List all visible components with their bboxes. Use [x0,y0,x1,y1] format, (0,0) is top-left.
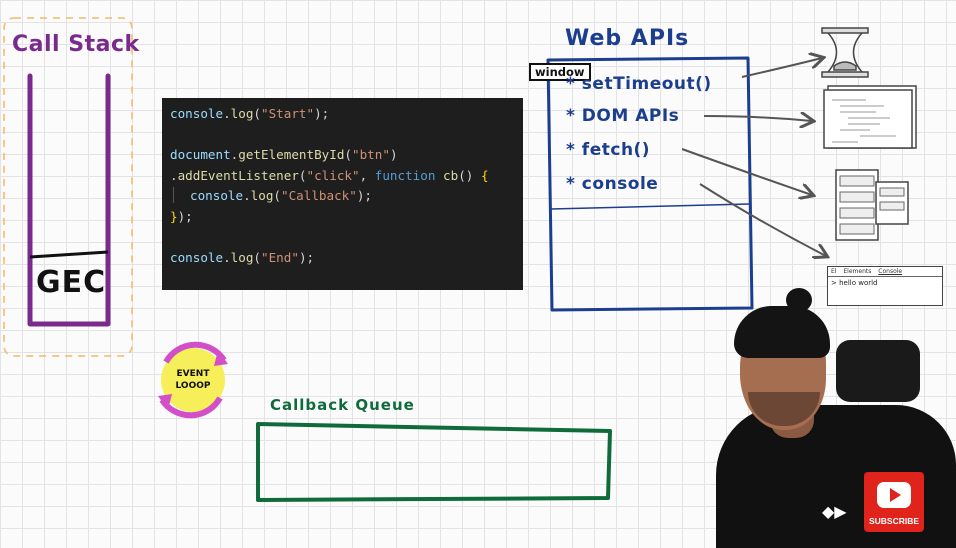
code-token: { [480,167,489,183]
code-token: "Start" [261,106,315,121]
gec-frame-label: GEC [36,265,107,300]
code-token: ( [253,106,262,121]
code-line: .addEventListener("click", function cb()… [170,166,515,187]
dom-document-icon [823,85,917,149]
code-token: () [458,167,481,183]
presenter-hair [734,306,830,358]
event-loop-line2: LOOOP [175,381,211,391]
arrow-dom-apis [703,116,812,121]
devtools-tab-elements: Elements [843,268,872,275]
subscribe-label: SUBSCRIBE [868,516,920,526]
code-token: ) [389,147,398,163]
devtools-tabs: El Elements Console [828,267,942,277]
event-loop-label: EVENT LOOOP [161,368,225,392]
code-token: . [170,167,178,183]
code-line: console.log("Callback"); [170,186,515,207]
code-token: "Callback" [281,188,357,204]
code-token: console [170,250,224,266]
server-icon [835,169,909,241]
code-token: addEventListener [177,167,299,183]
code-token: ( [253,250,262,266]
code-token: "End" [261,250,299,266]
web-apis-title: Web APIs [565,26,690,51]
code-indent-guide [173,187,190,204]
presenter-chair [836,340,920,402]
devtools-tab-icon: El [831,268,837,275]
code-token: document [170,147,231,163]
devtools-output: > hello world [831,279,878,287]
code-token: log [230,250,254,266]
devtools-console-sketch: El Elements Console > hello world [827,266,943,306]
code-token: } [170,208,178,224]
code-token: ( [344,147,353,163]
callback-queue-title: Callback Queue [270,396,415,414]
code-line: console.log("Start"); [170,104,515,125]
code-editor-panel: console.log("Start"); document.getElement… [162,98,523,290]
code-token: . [223,106,231,121]
call-stack-dashed-frame [3,17,133,357]
call-stack-title: Call Stack [12,32,140,57]
code-token: "click" [306,167,360,183]
code-token: log [250,188,274,204]
code-token: . [223,250,231,266]
code-token: cb [443,167,459,183]
web-apis-divider [550,203,750,210]
code-token: "btn" [352,147,390,163]
web-api-item-settimeout: * setTimeout() [566,74,712,94]
event-loop-line1: EVENT [176,369,210,379]
code-line: }); [170,207,515,228]
arrow-settimeout [741,58,822,78]
code-token: ); [356,188,373,204]
arrow-fetch [681,148,812,195]
code-token: ); [314,106,330,121]
web-api-item-fetch: * fetch() [566,140,651,160]
callback-queue-box [256,422,612,502]
code-token: console [170,106,224,121]
hoodie-logo-icon: ◆▶ [822,502,847,521]
code-token: . [243,188,251,204]
web-api-item-console: * console [566,174,659,194]
hourglass-icon [821,27,869,78]
code-line: document.getElementById("btn") [170,145,515,166]
code-token: ( [298,167,307,183]
code-line: console.log("End"); [170,248,515,269]
code-token: function [374,167,436,183]
web-api-item-dom-apis: * DOM APIs [566,106,680,126]
code-token: ); [177,208,193,224]
code-token: log [230,106,254,121]
code-token: console [190,188,244,204]
code-token: ); [298,250,315,266]
subscribe-button[interactable]: SUBSCRIBE [864,472,924,532]
code-token: , [359,167,375,183]
devtools-tab-console: Console [878,268,903,275]
code-token: getElementById [238,147,345,163]
gec-frame-top [29,250,109,259]
arrow-console [699,183,826,256]
presenter-hair-bun [786,288,812,312]
code-token: ( [273,188,282,204]
youtube-play-icon [877,482,911,508]
